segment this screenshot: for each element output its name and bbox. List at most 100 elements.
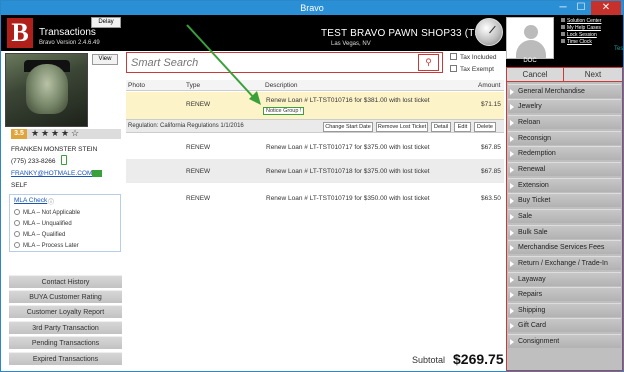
regulation-text: Regulation: California Regulations 1/1/2… [128, 123, 244, 129]
mla-check-box: MLA Check ⓘ MLA – Not Applicable MLA – U… [9, 194, 121, 252]
row-description: Renew Loan # LT-TST010719 for $350.00 wi… [266, 195, 430, 202]
lock-icon [561, 32, 565, 36]
radio-icon [14, 209, 20, 215]
rating-value: 3.5 [11, 129, 27, 139]
type-layaway[interactable]: Layaway [508, 272, 621, 286]
user-avatar[interactable] [506, 17, 554, 59]
mla-check-link[interactable]: MLA Check [14, 197, 47, 204]
arrow-icon [510, 104, 514, 110]
solution-center-link[interactable]: Solution Center [561, 18, 601, 25]
type-reconsign[interactable]: Reconsign [508, 131, 621, 145]
mla-option-qualified[interactable]: MLA – Qualified [14, 231, 65, 238]
row-description: Renew Loan # LT-TST010717 for $375.00 wi… [266, 144, 430, 151]
type-extension[interactable]: Extension [508, 178, 621, 192]
expired-transactions-button[interactable]: Expired Transactions [9, 352, 122, 365]
regulation-bar: Regulation: California Regulations 1/1/2… [126, 119, 504, 133]
loyalty-report-button[interactable]: Customer Loyalty Report [9, 305, 122, 318]
maximize-button[interactable]: ☐ [573, 1, 589, 15]
next-button[interactable]: Next [563, 67, 623, 82]
row-type: RENEW [186, 168, 211, 175]
type-general-merchandise[interactable]: General Merchandise [508, 84, 621, 98]
store-location: Las Vegas, NV [331, 41, 371, 47]
mla-option-unqualified[interactable]: MLA – Unqualified [14, 220, 72, 227]
third-party-transaction-button[interactable]: 3rd Party Transaction [9, 321, 122, 334]
detail-button[interactable]: Detail [431, 122, 451, 132]
arrow-icon [510, 308, 514, 314]
mla-option-not-applicable[interactable]: MLA – Not Applicable [14, 209, 80, 216]
checkbox-icon [450, 65, 457, 72]
info-icon[interactable]: ⓘ [48, 197, 54, 206]
type-sale[interactable]: Sale [508, 209, 621, 223]
my-help-cases-link[interactable]: My Help Cases [561, 25, 601, 32]
edit-button[interactable]: Edit [454, 122, 471, 132]
type-consignment[interactable]: Consignment [508, 334, 621, 348]
close-button[interactable]: ✕ [591, 1, 621, 15]
radio-icon [14, 220, 20, 226]
star-icon: ★ [31, 128, 40, 138]
row-amount: $63.50 [481, 195, 501, 202]
minimize-button[interactable]: ─ [555, 1, 571, 15]
arrow-icon [510, 339, 514, 345]
mla-option-process-later[interactable]: MLA – Process Later [14, 242, 79, 249]
arrow-icon [510, 261, 514, 267]
arrow-icon [510, 151, 514, 157]
type-repairs[interactable]: Repairs [508, 287, 621, 301]
bravo-logo: B [7, 18, 33, 48]
type-shipping[interactable]: Shipping [508, 303, 621, 317]
type-merchandise-services-fees[interactable]: Merchandise Services Fees [508, 240, 621, 254]
search-icon[interactable]: ⚲ [418, 54, 439, 71]
arrow-icon [510, 277, 514, 283]
title-bar: Bravo ─ ☐ ✕ [1, 1, 623, 15]
tax-included-checkbox[interactable]: Tax Included [450, 53, 497, 61]
window-title: Bravo [300, 3, 324, 13]
time-clock-link[interactable]: Time Clock [561, 39, 601, 46]
type-bulk-sale[interactable]: Bulk Sale [508, 225, 621, 239]
type-reloan[interactable]: Reloan [508, 115, 621, 129]
arrow-icon [510, 214, 514, 220]
table-row[interactable]: RENEW Renew Loan # LT-TST010718 for $375… [126, 159, 504, 183]
type-gift-card[interactable]: Gift Card [508, 318, 621, 332]
col-amount: Amount [478, 82, 501, 89]
star-icon: ★ [51, 128, 60, 138]
phone-icon[interactable] [61, 155, 67, 165]
remove-lost-ticket-button[interactable]: Remove Lost Ticket [376, 122, 428, 132]
type-return-exchange[interactable]: Return / Exchange / Trade-In [508, 256, 621, 270]
type-redemption[interactable]: Redemption [508, 146, 621, 160]
star-icon: ★ [61, 128, 70, 138]
change-start-date-button[interactable]: Change Start Date [323, 122, 373, 132]
smart-search: ⚲ [126, 52, 443, 73]
buya-rating-button[interactable]: BUYA Customer Rating [9, 290, 122, 303]
customer-phone: (775) 233-8266 [11, 158, 56, 165]
delete-button[interactable]: Delete [474, 122, 496, 132]
store-name: TEST BRAVO PAWN SHOP33 (TST) [321, 28, 492, 39]
arrow-icon [510, 245, 514, 251]
customer-relation: SELF [11, 182, 28, 189]
customer-email[interactable]: FRANKY@HOTMALE.COM [11, 170, 92, 177]
pending-transactions-button[interactable]: Pending Transactions [9, 336, 122, 349]
row-amount: $67.85 [481, 144, 501, 151]
tax-exempt-checkbox[interactable]: Tax Exempt [450, 65, 494, 73]
type-renewal[interactable]: Renewal [508, 162, 621, 176]
page-title: Transactions [39, 27, 96, 38]
arrow-icon [510, 230, 514, 236]
arrow-icon [510, 167, 514, 173]
radio-icon [14, 242, 20, 248]
row-type: RENEW [186, 195, 211, 202]
table-row[interactable]: RENEW Renew Loan # LT-TST010719 for $350… [126, 183, 504, 207]
row-amount: $67.85 [481, 168, 501, 175]
customer-name: FRANKEN MONSTER STEIN [11, 146, 98, 153]
contact-history-button[interactable]: Contact History [9, 275, 122, 288]
row-description: Renew Loan # LT-TST010716 for $381.00 wi… [266, 97, 430, 104]
view-customer-button[interactable]: View [92, 54, 118, 65]
table-row[interactable]: RENEW Renew Loan # LT-TST010717 for $375… [126, 135, 504, 159]
delay-button[interactable]: Delay [91, 17, 121, 28]
cancel-button[interactable]: Cancel [506, 67, 564, 82]
arrow-icon [510, 136, 514, 142]
type-buy-ticket[interactable]: Buy Ticket [508, 193, 621, 207]
clock-small-icon [561, 39, 565, 43]
star-empty-icon: ☆ [71, 128, 80, 138]
type-jewelry[interactable]: Jewelry [508, 99, 621, 113]
email-icon[interactable] [92, 170, 102, 177]
application-window: Bravo ─ ☐ ✕ B Transactions Bravo Version… [0, 0, 624, 372]
lock-session-link[interactable]: Lock Session [561, 32, 601, 39]
